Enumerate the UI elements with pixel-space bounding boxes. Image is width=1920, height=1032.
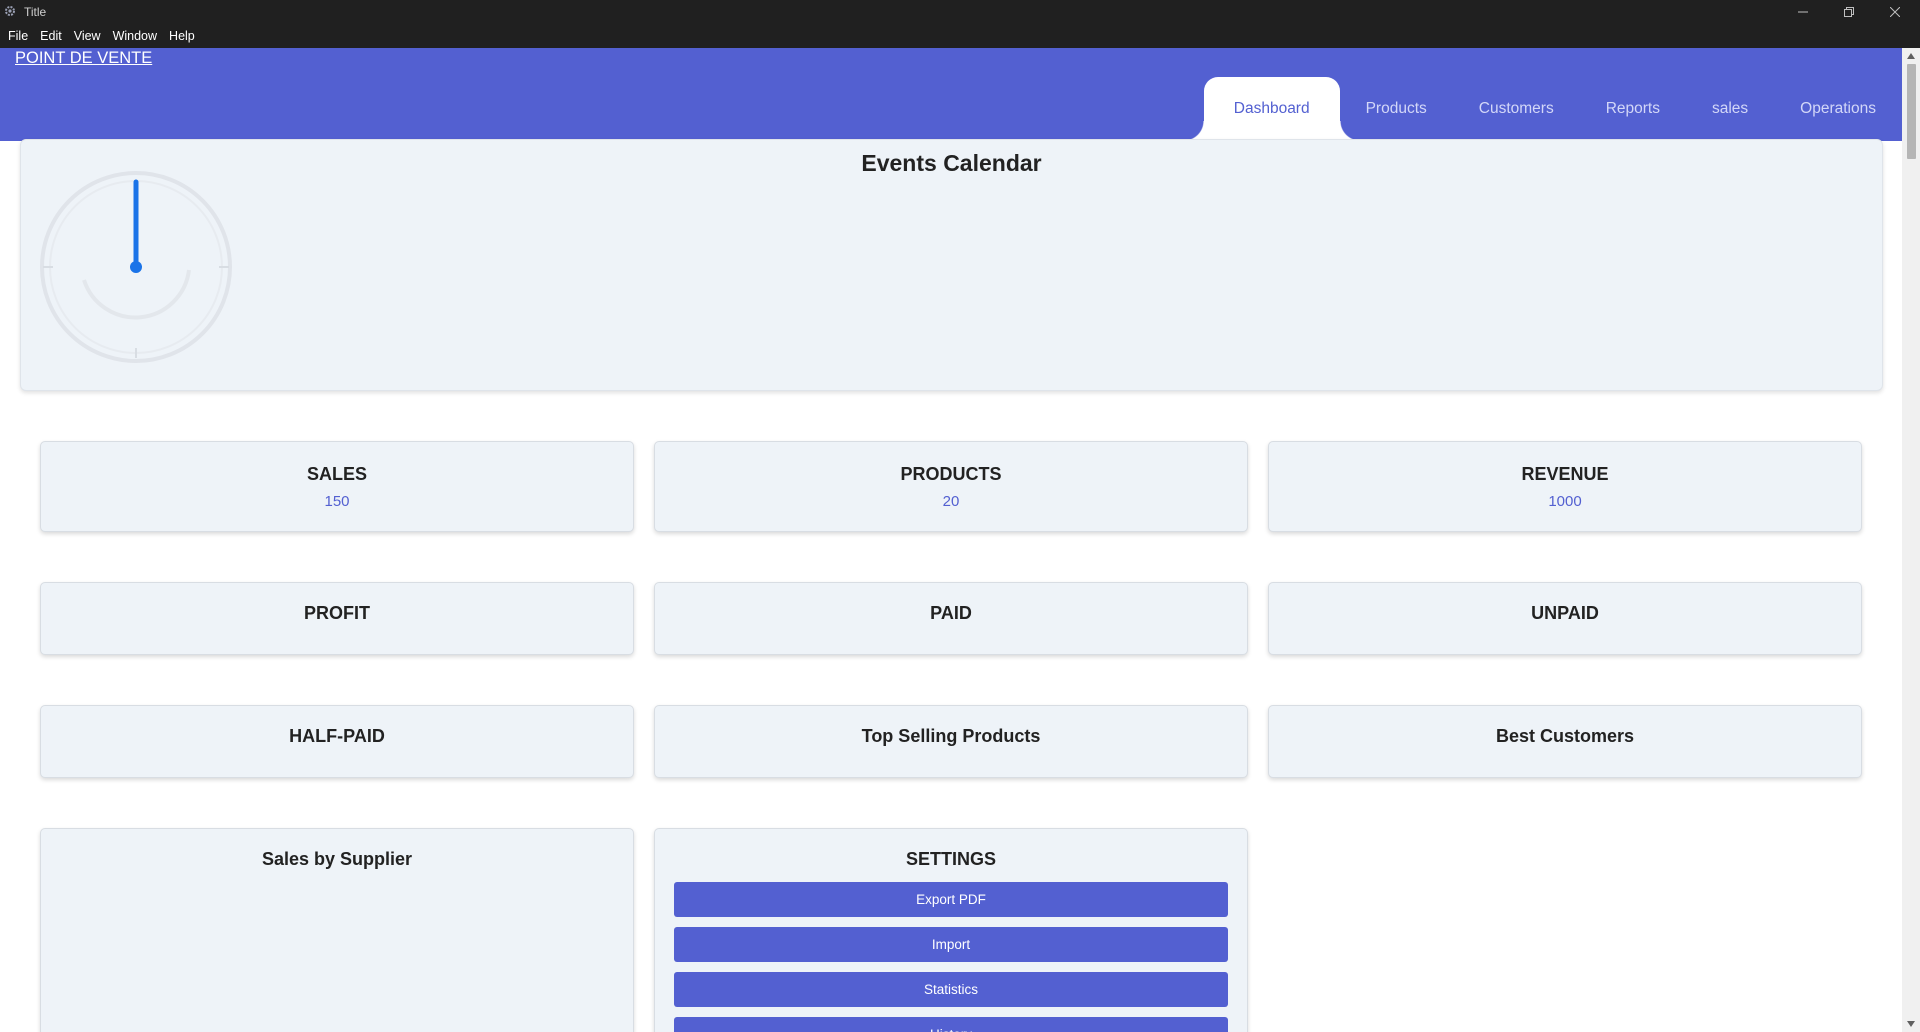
profit-label: PROFIT — [304, 603, 370, 623]
settings-title: SETTINGS — [905, 849, 996, 869]
close-button[interactable] — [1872, 0, 1918, 24]
settings-card: SETTINGS Export PDF Import Statistics Hi… — [654, 828, 1248, 1032]
tab-customers[interactable]: Customers — [1453, 77, 1580, 141]
arrow-down-icon — [1907, 1021, 1915, 1027]
restore-icon — [1844, 7, 1854, 17]
unpaid-card: UNPAID — [1268, 582, 1862, 655]
half-paid-card: HALF-PAID — [40, 705, 634, 778]
settings-button-list: Export PDF Import Statistics History — [655, 882, 1247, 1032]
menu-bar: File Edit View Window Help — [0, 24, 1920, 48]
events-calendar-title: Events Calendar — [861, 150, 1042, 176]
paid-card: PAID — [654, 582, 1248, 655]
scroll-down-button[interactable] — [1902, 1016, 1920, 1032]
minimize-button[interactable] — [1780, 0, 1826, 24]
minimize-icon — [1798, 11, 1808, 13]
products-label: PRODUCTS — [900, 464, 1002, 484]
tab-sales[interactable]: sales — [1686, 77, 1774, 141]
best-customers-label: Best Customers — [1495, 726, 1635, 746]
history-button[interactable]: History — [674, 1017, 1228, 1032]
sales-label: SALES — [306, 464, 367, 484]
revenue-card: REVENUE 1000 — [1268, 441, 1862, 532]
top-selling-products-label: Top Selling Products — [861, 726, 1041, 746]
tab-products[interactable]: Products — [1340, 77, 1453, 141]
window-title: Title — [24, 5, 47, 19]
window-title-bar: Title — [0, 0, 1920, 24]
vertical-scrollbar[interactable] — [1902, 48, 1920, 1032]
sales-by-supplier-label: Sales by Supplier — [261, 849, 413, 869]
tab-operations[interactable]: Operations — [1774, 77, 1902, 141]
close-icon — [1890, 7, 1900, 17]
products-value: 20 — [942, 493, 960, 510]
unpaid-label: UNPAID — [1531, 603, 1599, 623]
statistics-button[interactable]: Statistics — [674, 972, 1228, 1007]
nav-tabs: Dashboard Products Customers Reports sal… — [1183, 77, 1902, 141]
best-customers-card: Best Customers — [1268, 705, 1862, 778]
menu-help[interactable]: Help — [163, 25, 201, 47]
restore-button[interactable] — [1826, 0, 1872, 24]
top-navbar: POINT DE VENTE Dashboard Products Custom… — [0, 48, 1902, 141]
app-content: POINT DE VENTE Dashboard Products Custom… — [0, 48, 1902, 1032]
tab-dashboard[interactable]: Dashboard — [1183, 77, 1360, 141]
gear-app-icon — [5, 6, 15, 16]
events-calendar-panel: Events Calendar — [20, 139, 1883, 391]
menu-file[interactable]: File — [2, 25, 34, 47]
sales-card: SALES 150 — [40, 441, 634, 532]
import-button[interactable]: Import — [674, 927, 1228, 962]
top-selling-products-card: Top Selling Products — [654, 705, 1248, 778]
half-paid-label: HALF-PAID — [289, 726, 385, 746]
brand-link[interactable]: POINT DE VENTE — [15, 48, 152, 68]
clock-icon — [40, 171, 232, 363]
menu-view[interactable]: View — [68, 25, 107, 47]
tab-reports[interactable]: Reports — [1580, 77, 1686, 141]
profit-card: PROFIT — [40, 582, 634, 655]
export-pdf-button[interactable]: Export PDF — [674, 882, 1228, 917]
arrow-up-icon — [1907, 53, 1915, 59]
sales-by-supplier-card: Sales by Supplier — [40, 828, 634, 1032]
revenue-value: 1000 — [1548, 493, 1582, 510]
revenue-label: REVENUE — [1521, 464, 1609, 484]
scrollbar-thumb[interactable] — [1907, 64, 1916, 159]
paid-label: PAID — [930, 603, 972, 623]
scroll-up-button[interactable] — [1902, 48, 1920, 64]
menu-edit[interactable]: Edit — [34, 25, 68, 47]
products-card: PRODUCTS 20 — [654, 441, 1248, 532]
sales-value: 150 — [324, 493, 350, 510]
menu-window[interactable]: Window — [107, 25, 163, 47]
